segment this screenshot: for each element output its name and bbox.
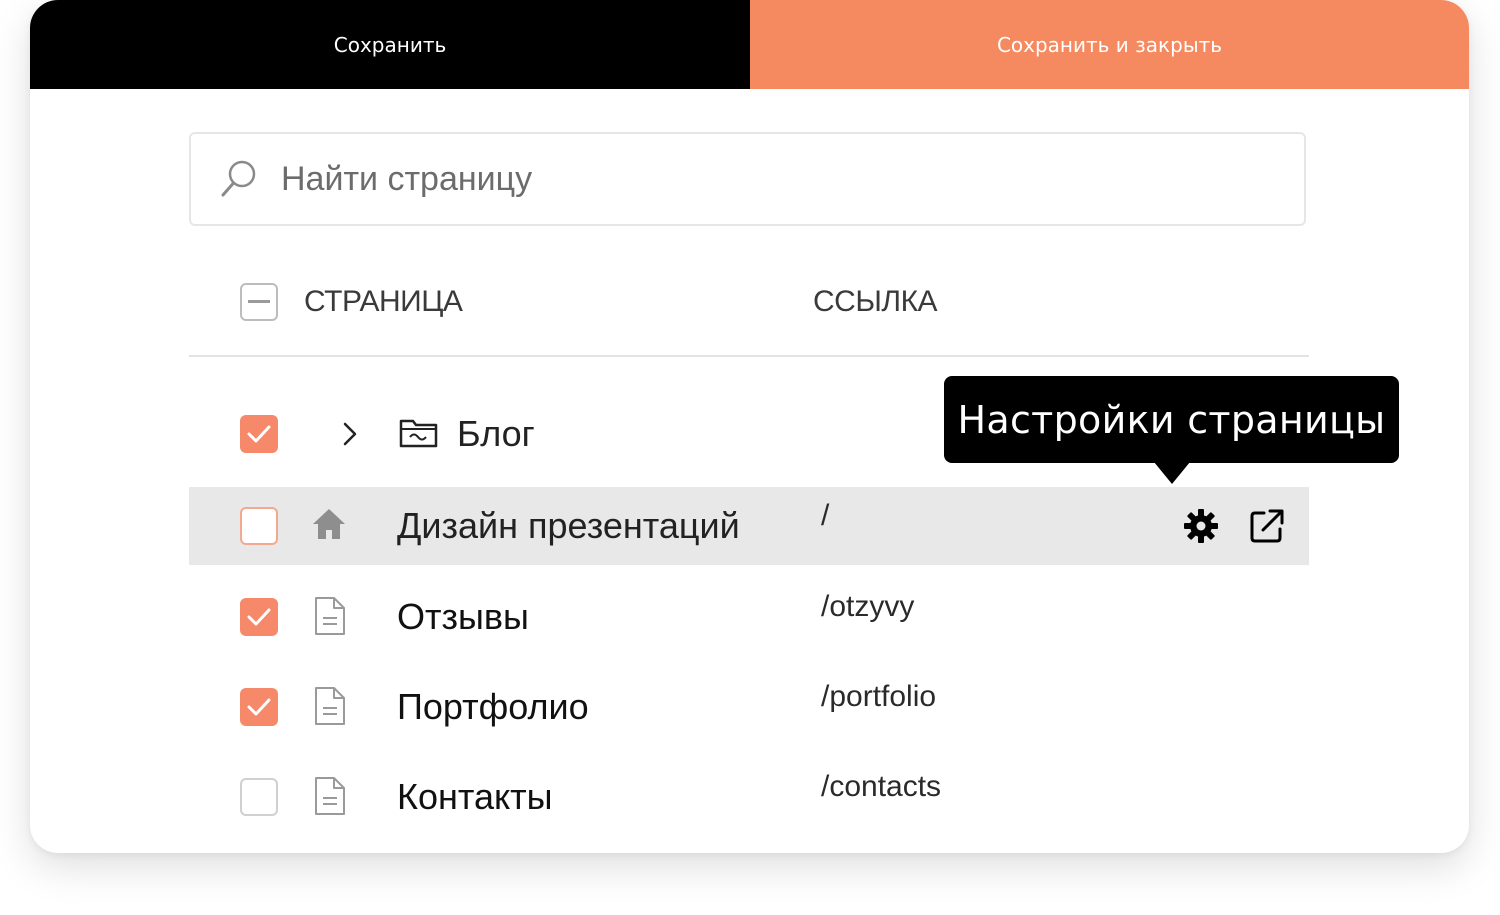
table-row[interactable]: Дизайн презентаций / bbox=[189, 487, 1309, 565]
row-link: /portfolio bbox=[821, 680, 937, 713]
table-row[interactable]: Портфолио /portfolio bbox=[189, 668, 1309, 746]
row-link: / bbox=[821, 499, 830, 532]
column-header-page: СТРАНИЦА bbox=[304, 285, 463, 318]
expand-chevron-icon[interactable] bbox=[341, 421, 359, 452]
row-title[interactable]: Блог bbox=[457, 413, 535, 455]
search-icon bbox=[219, 158, 259, 205]
row-title[interactable]: Портфолио bbox=[397, 686, 589, 728]
row-title[interactable]: Дизайн презентаций bbox=[397, 505, 740, 547]
save-and-close-button[interactable]: Сохранить и закрыть bbox=[750, 0, 1469, 89]
row-checkbox[interactable] bbox=[240, 507, 278, 545]
document-icon bbox=[313, 776, 347, 821]
pages-panel: Сохранить Сохранить и закрыть СТРАНИЦА С… bbox=[30, 0, 1469, 853]
column-header-link: ССЫЛКА bbox=[813, 285, 938, 318]
folder-icon bbox=[399, 417, 439, 454]
save-button[interactable]: Сохранить bbox=[30, 0, 750, 89]
row-checkbox[interactable] bbox=[240, 598, 278, 636]
table-row[interactable]: Отзывы /otzyvy bbox=[189, 578, 1309, 656]
page-settings-tooltip: Настройки страницы bbox=[944, 376, 1399, 463]
table-header: СТРАНИЦА ССЫЛКА bbox=[189, 265, 1309, 357]
search-box[interactable] bbox=[189, 132, 1306, 226]
row-title[interactable]: Контакты bbox=[397, 776, 553, 818]
row-link: /contacts bbox=[821, 770, 942, 803]
row-title[interactable]: Отзывы bbox=[397, 596, 529, 638]
open-external-icon[interactable] bbox=[1249, 508, 1285, 549]
gear-icon[interactable] bbox=[1183, 508, 1219, 549]
home-icon bbox=[311, 507, 347, 546]
tooltip-arrow bbox=[1154, 462, 1190, 484]
document-icon bbox=[313, 686, 347, 731]
search-input[interactable] bbox=[281, 134, 1261, 224]
row-checkbox[interactable] bbox=[240, 415, 278, 453]
row-checkbox[interactable] bbox=[240, 688, 278, 726]
table-row[interactable]: Контакты /contacts bbox=[189, 758, 1309, 836]
row-checkbox[interactable] bbox=[240, 778, 278, 816]
row-link: /otzyvy bbox=[821, 590, 915, 623]
toolbar: Сохранить Сохранить и закрыть bbox=[30, 0, 1469, 89]
select-all-checkbox[interactable] bbox=[240, 283, 278, 321]
document-icon bbox=[313, 596, 347, 641]
